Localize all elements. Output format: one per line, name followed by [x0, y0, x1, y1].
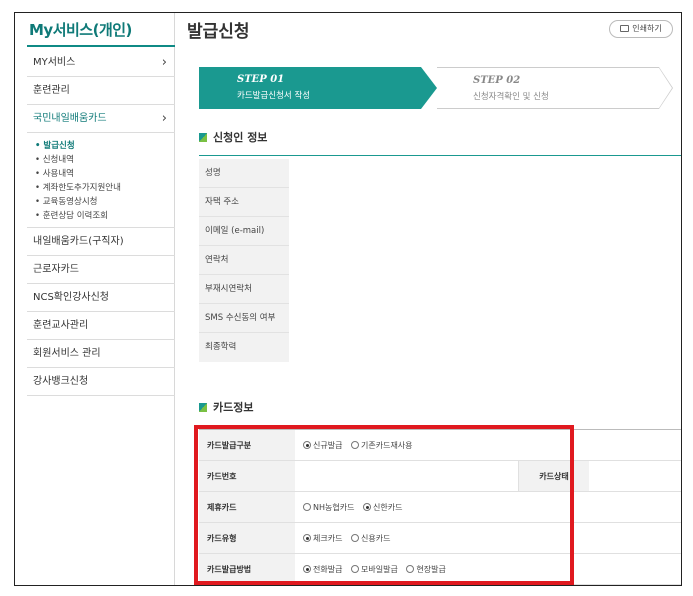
step-text: 카드발급신청서 작성 — [237, 91, 311, 101]
page-title: 발급신청 — [187, 22, 250, 42]
printer-icon — [620, 25, 630, 32]
section-divider — [199, 155, 681, 156]
print-label: 인쇄하기 — [632, 24, 662, 33]
submenu-item-usage[interactable]: • 사용내역 — [35, 167, 175, 181]
sidebar-title-underline — [27, 45, 175, 47]
sidebar-item-ncs-instructor[interactable]: NCS확인강사신청 — [27, 284, 175, 312]
info-label-sms-consent: SMS 수신동의 여부 — [199, 304, 289, 333]
submenu-item-limit-info[interactable]: • 계좌한도추가지원안내 — [35, 181, 175, 195]
print-button[interactable]: 인쇄하기 — [609, 20, 673, 38]
sidebar-item-national-card[interactable]: 국민내일배움카드 › — [27, 105, 175, 133]
sidebar-item-worker-card[interactable]: 근로자카드 — [27, 256, 175, 284]
step-indicator: STEP 01 카드발급신청서 작성 STEP 02 신청자격확인 및 신청 — [199, 67, 675, 109]
applicant-info-table: 성명 자택 주소 이메일 (e-mail) 연락처 부재시연락처 SMS 수신동… — [199, 159, 289, 362]
sidebar-item-my-service[interactable]: MY서비스 › — [27, 49, 175, 77]
applicant-section-title: 신청인 정보 — [199, 129, 267, 145]
step-text: 신청자격확인 및 신청 — [473, 92, 549, 102]
step-arrow — [421, 67, 437, 109]
sidebar-item-label: 국민내일배움카드 — [33, 113, 107, 124]
sidebar-item-training[interactable]: 훈련관리 — [27, 77, 175, 105]
submenu-item-counsel[interactable]: • 훈련상담 이력조회 — [35, 209, 175, 223]
section-title-text: 카드정보 — [213, 401, 254, 414]
submenu-item-video[interactable]: • 교육동영상시청 — [35, 195, 175, 209]
info-label-phone: 연락처 — [199, 246, 289, 275]
sidebar-item-instructor-bank[interactable]: 강사뱅크신청 — [27, 368, 175, 396]
highlight-box — [194, 425, 574, 585]
section-bullet-icon — [199, 133, 207, 142]
section-bullet-icon — [199, 403, 207, 412]
sidebar-title: My서비스(개인) — [29, 21, 132, 39]
sidebar-item-label: 훈련관리 — [33, 85, 70, 96]
submenu-item-apply[interactable]: • 발급신청 — [35, 139, 175, 153]
step-2: STEP 02 신청자격확인 및 신청 — [437, 67, 659, 109]
chevron-right-icon: › — [161, 111, 167, 126]
info-label-name: 성명 — [199, 159, 289, 188]
sidebar-item-member-service[interactable]: 회원서비스 관리 — [27, 340, 175, 368]
info-label-education: 최종학력 — [199, 333, 289, 362]
info-label-address: 자택 주소 — [199, 188, 289, 217]
sidebar-submenu: • 발급신청 • 신청내역 • 사용내역 • 계좌한도추가지원안내 • 교육동영… — [27, 133, 175, 228]
step-number: STEP 01 — [237, 74, 285, 85]
step-arrow-inner — [659, 68, 672, 108]
submenu-item-history[interactable]: • 신청내역 — [35, 153, 175, 167]
step-number: STEP 02 — [473, 75, 521, 86]
sidebar: My서비스(개인) MY서비스 › 훈련관리 국민내일배움카드 › • 발급신청… — [15, 13, 175, 585]
sidebar-item-teacher-mgmt[interactable]: 훈련교사관리 — [27, 312, 175, 340]
info-label-email: 이메일 (e-mail) — [199, 217, 289, 246]
sidebar-item-jobseeker-card[interactable]: 내일배움카드(구직자) — [27, 228, 175, 256]
card-section-title: 카드정보 — [199, 399, 253, 415]
chevron-right-icon: › — [161, 55, 167, 70]
sidebar-menu: MY서비스 › 훈련관리 국민내일배움카드 › • 발급신청 • 신청내역 • … — [27, 49, 175, 396]
info-label-alt-phone: 부재시연락처 — [199, 275, 289, 304]
sidebar-item-label: MY서비스 — [33, 57, 76, 68]
section-title-text: 신청인 정보 — [213, 131, 268, 144]
step-1: STEP 01 카드발급신청서 작성 — [199, 67, 421, 109]
